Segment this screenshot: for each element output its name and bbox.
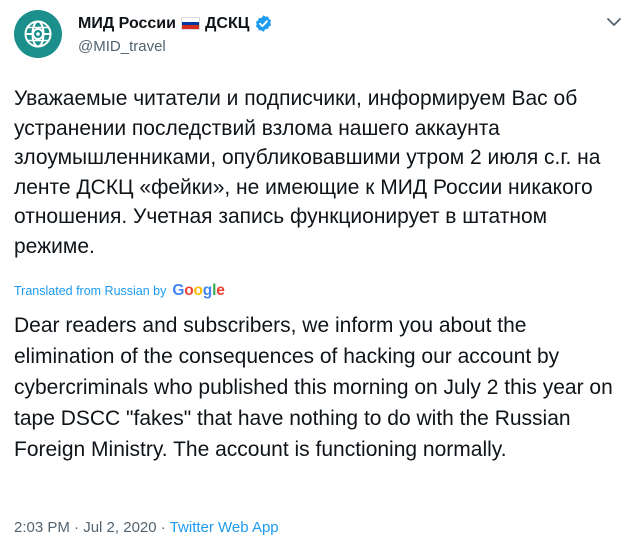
translation-attribution: Translated from Russian by Google — [14, 282, 225, 300]
tweet-metadata: 2:03 PM · Jul 2, 2020 · Twitter Web App — [14, 519, 279, 536]
globe-icon — [24, 20, 52, 48]
tweet-header: МИД России ДСКЦ @MID_travel — [14, 10, 624, 58]
display-name[interactable]: МИД России — [78, 15, 176, 33]
verified-badge-icon — [256, 15, 272, 32]
chevron-down-icon[interactable] — [604, 12, 624, 32]
meta-separator: · — [160, 519, 166, 536]
author-handle[interactable]: @MID_travel — [78, 38, 166, 55]
avatar[interactable] — [14, 10, 62, 58]
russia-flag-icon — [180, 17, 200, 30]
tweet-date[interactable]: Jul 2, 2020 — [83, 519, 156, 536]
meta-separator: · — [74, 519, 80, 536]
author-name[interactable]: МИД России ДСКЦ — [78, 14, 273, 33]
tweet-text-translation: Dear readers and subscribers, we inform … — [14, 314, 613, 461]
tweet-text-original: Уважаемые читатели и подписчики, информи… — [14, 87, 601, 258]
tweet-source-app[interactable]: Twitter Web App — [170, 519, 279, 536]
translated-label: Translated from Russian by — [14, 284, 167, 298]
display-name-suffix[interactable]: ДСКЦ — [205, 15, 249, 33]
google-logo: Google — [172, 282, 225, 299]
tweet-time[interactable]: 2:03 PM — [14, 519, 70, 536]
